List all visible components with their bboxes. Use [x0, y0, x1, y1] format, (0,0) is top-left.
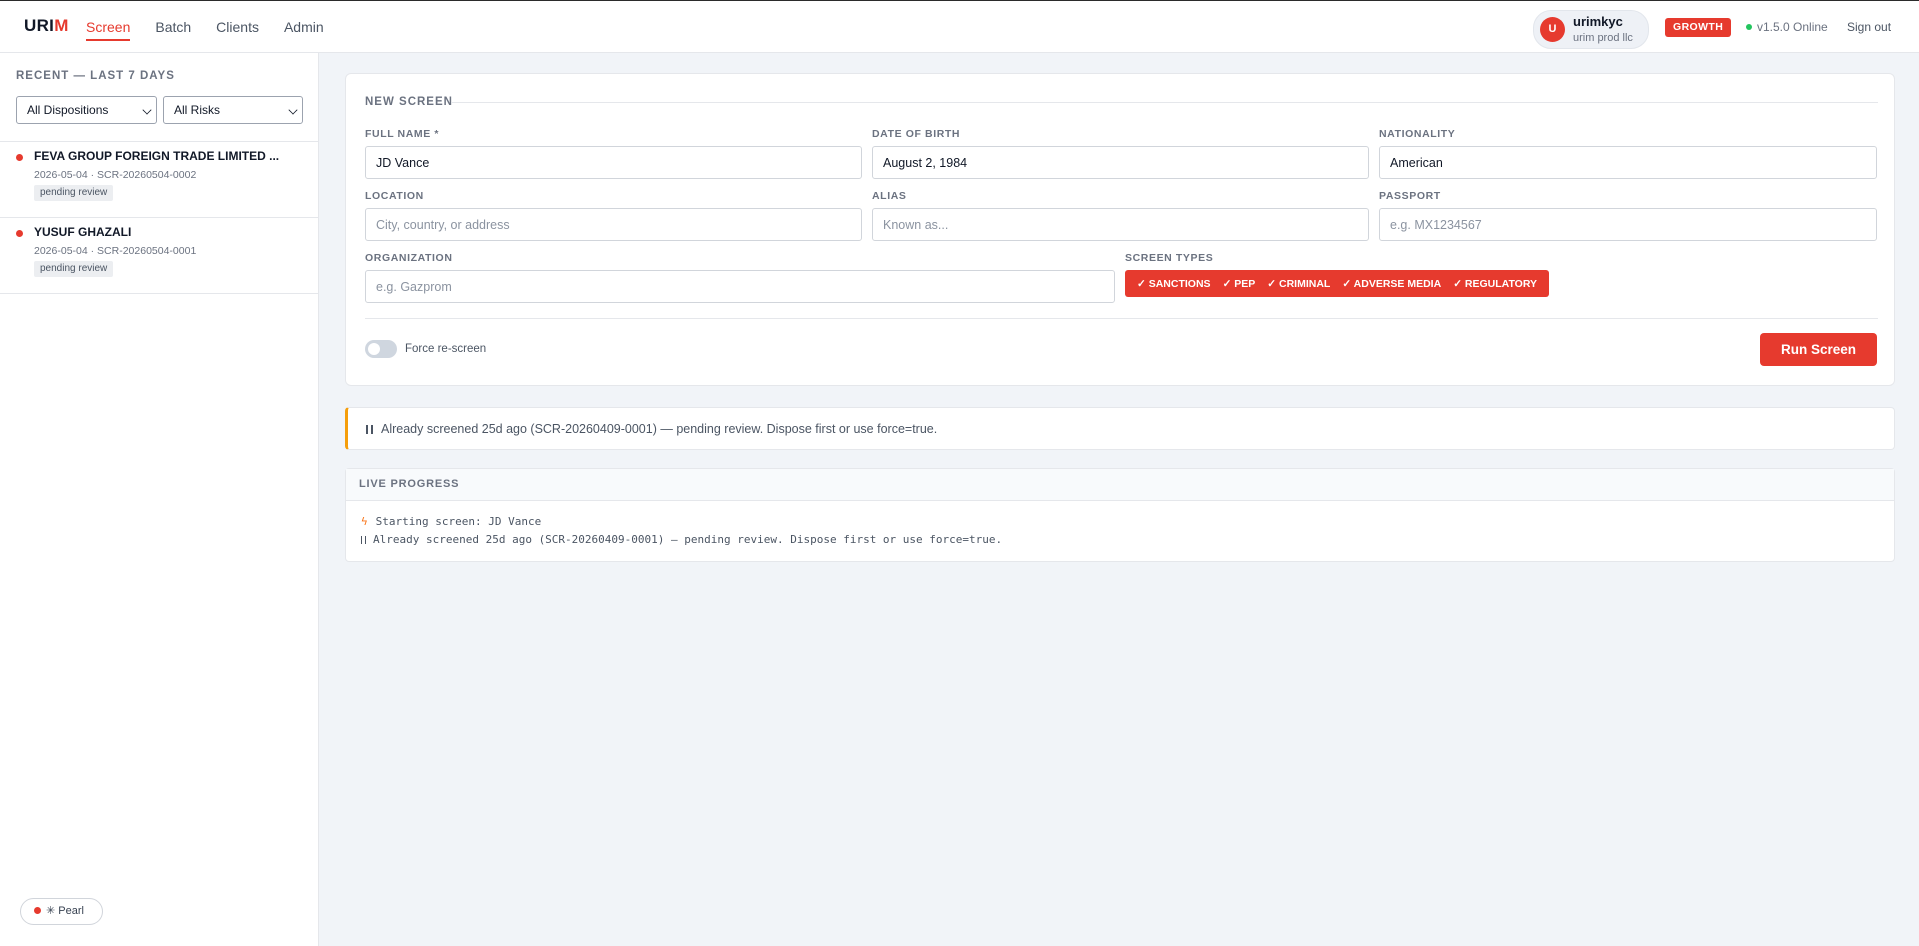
log-line: ϟ Starting screen: JD Vance [361, 515, 542, 528]
list-item[interactable]: FEVA GROUP FOREIGN TRADE LIMITED ... 202… [0, 142, 319, 218]
warning-alert: Already screened 25d ago (SCR-20260409-0… [345, 407, 1895, 450]
force-rescreen-label: Force re-screen [405, 343, 487, 355]
status-dot-icon [34, 907, 41, 914]
top-bar: URIM Screen Batch Clients Admin U urimky… [0, 0, 1919, 53]
passport-label: PASSPORT [1379, 190, 1441, 202]
dob-label: DATE OF BIRTH [872, 128, 961, 140]
nav-clients[interactable]: Clients [216, 1, 259, 53]
dob-field[interactable]: August 2, 1984 [872, 146, 1369, 179]
alias-field[interactable]: Known as... [872, 208, 1369, 241]
card-title: NEW SCREEN [365, 96, 453, 108]
lightning-icon: ϟ [361, 515, 368, 528]
sidebar-title: RECENT — LAST 7 DAYS [16, 70, 175, 82]
chevron-down-icon [288, 105, 298, 115]
type-regulatory-toggle[interactable]: ✓ REGULATORY [1453, 278, 1537, 290]
full-name-label: FULL NAME * [365, 128, 440, 140]
avatar: U [1540, 17, 1565, 42]
panel-title: LIVE PROGRESS [359, 478, 460, 490]
nav-batch[interactable]: Batch [155, 1, 191, 53]
status-badge: pending review [34, 261, 114, 277]
sign-out-button[interactable]: Sign out [1847, 20, 1891, 34]
user-name: urimkyc [1573, 14, 1623, 29]
alert-message: Already screened 25d ago (SCR-20260409-0… [381, 422, 938, 436]
divider [0, 293, 319, 294]
chevron-down-icon [142, 105, 152, 115]
nav-admin[interactable]: Admin [284, 1, 324, 53]
panel-header: LIVE PROGRESS [346, 469, 1894, 501]
log-line: Already screened 25d ago (SCR-20260409-0… [361, 533, 1002, 546]
user-org: urim prod llc [1573, 32, 1633, 44]
organization-label: ORGANIZATION [365, 252, 453, 264]
alias-label: ALIAS [872, 190, 907, 202]
divider [451, 102, 1878, 103]
item-name: FEVA GROUP FOREIGN TRADE LIMITED ... [34, 149, 280, 163]
location-label: LOCATION [365, 190, 424, 202]
toggle-knob [368, 343, 380, 355]
run-screen-button[interactable]: Run Screen [1760, 333, 1877, 366]
disposition-filter[interactable]: All Dispositions [16, 96, 157, 124]
list-item[interactable]: YUSUF GHAZALI 2026-05-04 · SCR-20260504-… [0, 218, 319, 294]
sidebar: RECENT — LAST 7 DAYS All Dispositions Al… [0, 53, 319, 946]
divider [365, 318, 1878, 319]
main-nav: Screen Batch Clients Admin [86, 1, 349, 53]
risk-filter[interactable]: All Risks [163, 96, 303, 124]
screen-types-label: SCREEN TYPES [1125, 252, 1214, 264]
force-rescreen-toggle[interactable] [365, 340, 397, 358]
pause-icon [361, 536, 366, 544]
passport-field[interactable]: e.g. MX1234567 [1379, 208, 1877, 241]
risk-dot-icon [16, 230, 23, 237]
item-meta: 2026-05-04 · SCR-20260504-0001 [34, 245, 197, 257]
status-badge: pending review [34, 185, 114, 201]
user-menu[interactable]: U urimkyc urim prod llc [1533, 10, 1649, 49]
type-pep-toggle[interactable]: ✓ PEP [1223, 278, 1256, 290]
live-progress-panel: LIVE PROGRESS ϟ Starting screen: JD Vance… [345, 468, 1895, 562]
nationality-label: NATIONALITY [1379, 128, 1456, 140]
item-meta: 2026-05-04 · SCR-20260504-0002 [34, 169, 197, 181]
new-screen-card: NEW SCREEN FULL NAME * JD Vance DATE OF … [345, 73, 1895, 386]
item-name: YUSUF GHAZALI [34, 225, 132, 239]
type-adverse-media-toggle[interactable]: ✓ ADVERSE MEDIA [1342, 278, 1441, 290]
status-indicator: v1.5.0 Online [1746, 20, 1828, 34]
nationality-field[interactable]: American [1379, 146, 1877, 179]
pause-icon [366, 425, 373, 434]
type-sanctions-toggle[interactable]: ✓ SANCTIONS [1137, 278, 1211, 290]
location-field[interactable]: City, country, or address [365, 208, 862, 241]
nav-screen[interactable]: Screen [86, 1, 131, 53]
type-criminal-toggle[interactable]: ✓ CRIMINAL [1267, 278, 1330, 290]
app-logo[interactable]: URIM [24, 16, 69, 36]
pearl-assistant-button[interactable]: ✳ Pearl [20, 898, 103, 925]
organization-field[interactable]: e.g. Gazprom [365, 270, 1115, 303]
plan-badge: GROWTH [1665, 18, 1732, 37]
online-dot-icon [1746, 24, 1752, 30]
full-name-field[interactable]: JD Vance [365, 146, 862, 179]
screen-types-group: ✓ SANCTIONS ✓ PEP ✓ CRIMINAL ✓ ADVERSE M… [1125, 270, 1550, 297]
risk-dot-icon [16, 154, 23, 161]
